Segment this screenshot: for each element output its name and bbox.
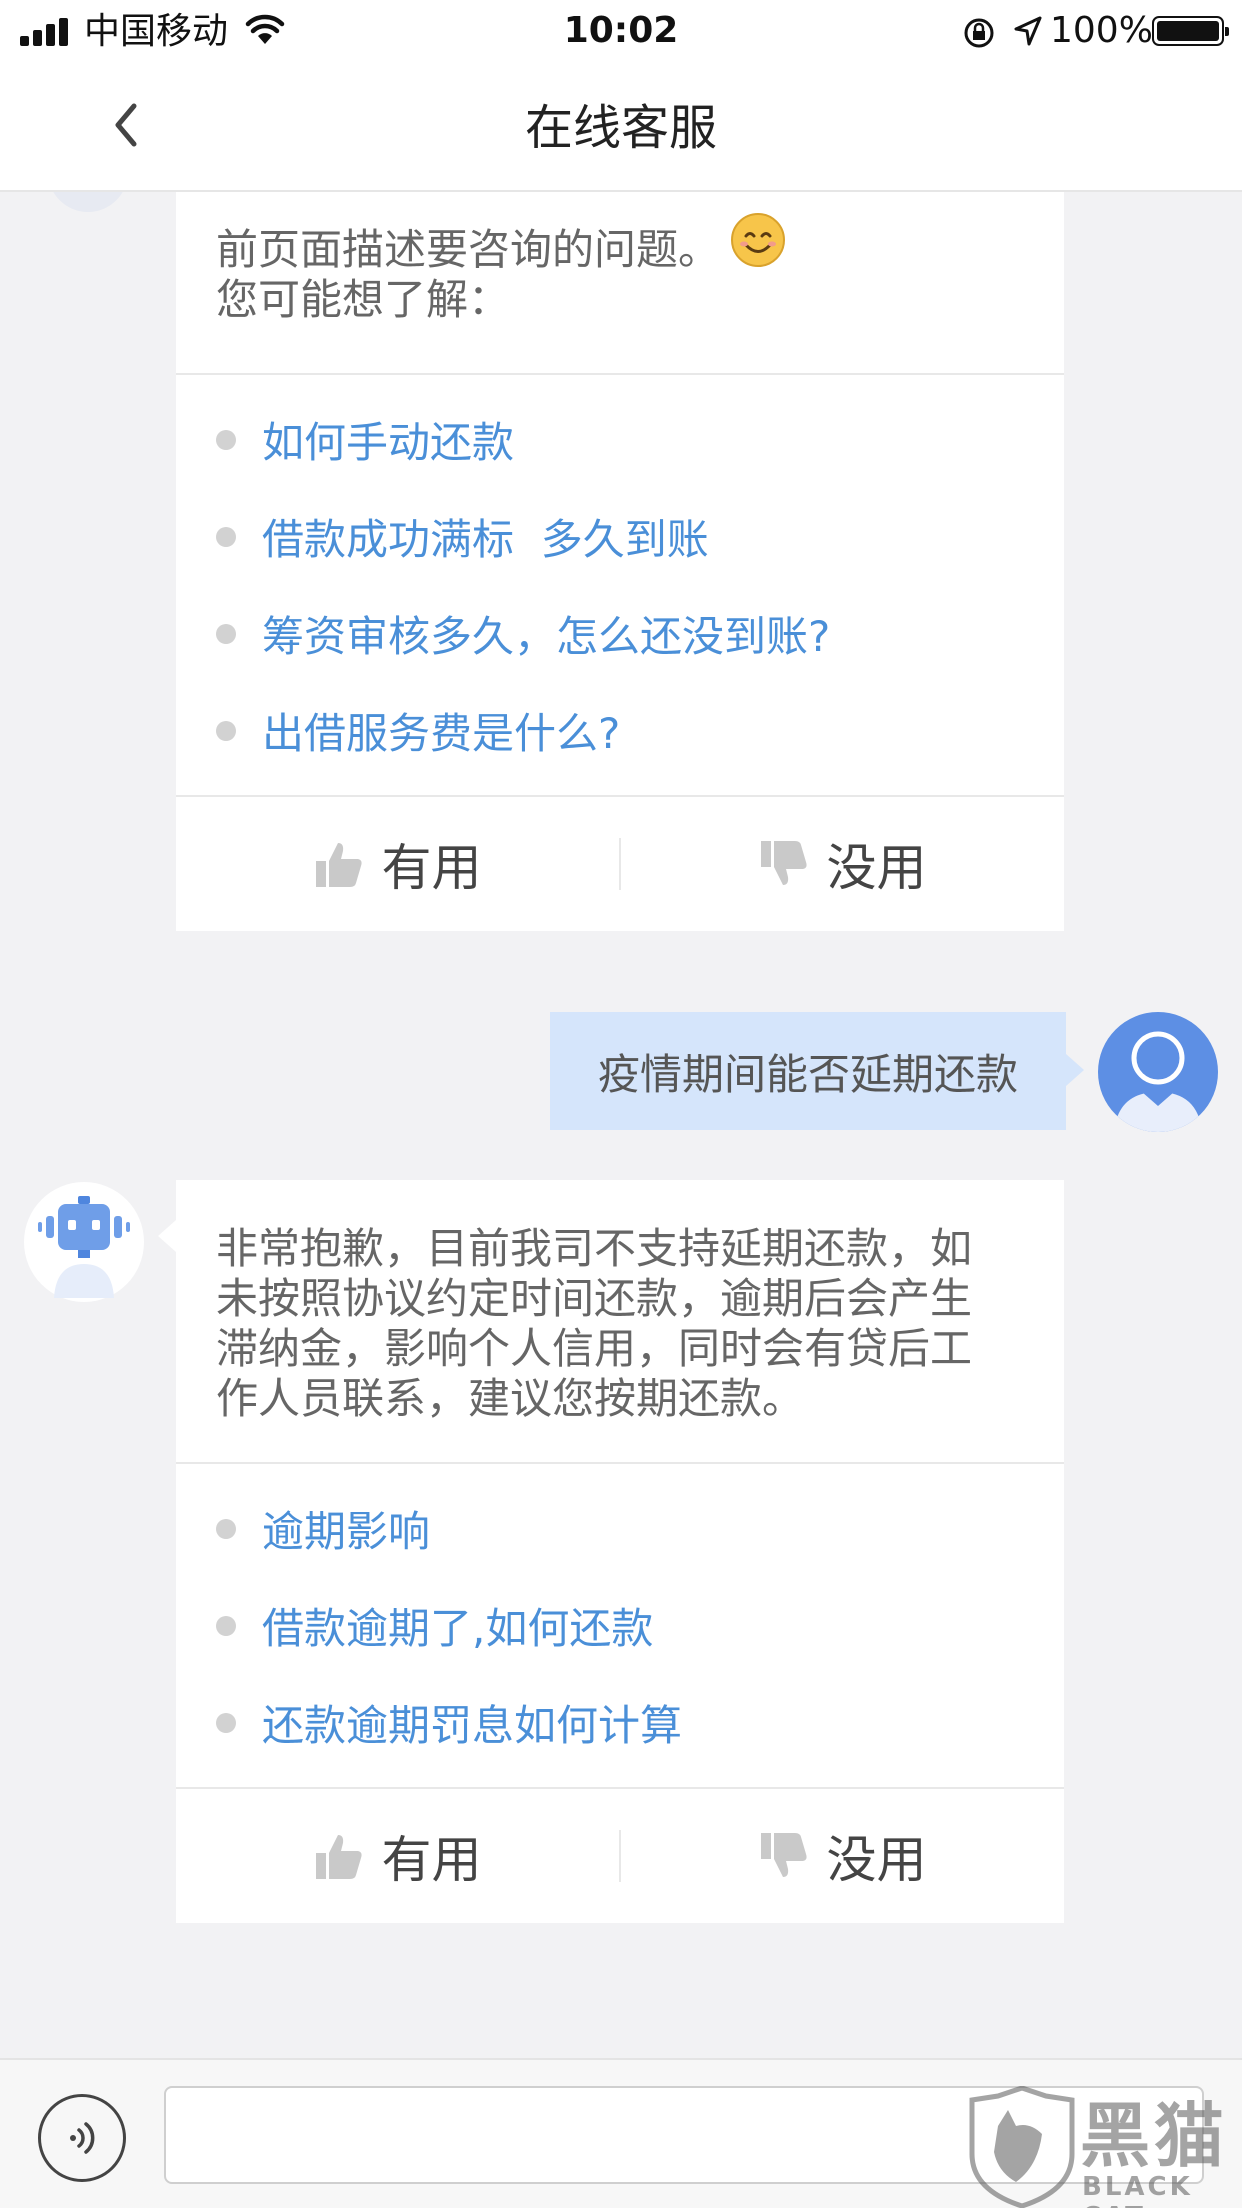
suggestion-link[interactable]: 如何手动还款 — [262, 409, 514, 470]
thumbs-up-icon — [315, 1835, 362, 1879]
bot-message-line: 前页面描述要咨询的问题。 — [216, 225, 721, 274]
watermark-title: 黑猫 — [1080, 2095, 1228, 2177]
bullet-dot-icon — [216, 1518, 236, 1539]
chat-area[interactable]: 前页面描述要咨询的问题。 您可能想了解： 如何手动还款 借款成功满标 多久到账 … — [0, 192, 1242, 2058]
bot-avatar-partial — [48, 192, 128, 212]
bot-message-line: 作人员联系，建议您按期还款。 — [216, 1374, 805, 1423]
useless-button[interactable]: 没用 — [621, 828, 1064, 900]
user-message-text: 疫情期间能否延期还款 — [597, 1049, 1018, 1099]
status-bar: 中国移动 10:02 100% — [0, 0, 1242, 62]
suggestion-item[interactable]: 如何手动还款 — [216, 391, 1024, 488]
bullet-dot-icon — [216, 429, 236, 450]
suggestion-link[interactable]: 借款成功满标 多久到账 — [262, 506, 709, 567]
suggestion-link[interactable]: 借款逾期了,如何还款 — [262, 1595, 653, 1656]
battery-icon — [1152, 16, 1229, 46]
useful-label: 有用 — [381, 839, 482, 897]
suggestion-item[interactable]: 逾期影响 — [216, 1480, 1024, 1577]
thumbs-up-icon — [315, 843, 362, 887]
bullet-dot-icon — [216, 526, 236, 547]
bot-message-text: 前页面描述要咨询的问题。 您可能想了解： — [176, 192, 1064, 373]
suggestion-item[interactable]: 借款逾期了,如何还款 — [216, 1577, 1024, 1674]
useless-label: 没用 — [826, 839, 927, 897]
bot-message-text: 非常抱歉，目前我司不支持延期还款，如 未按照协议约定时间还款，逾期后会产生 滞纳… — [176, 1180, 1064, 1462]
rotation-lock-icon — [964, 18, 994, 48]
useless-label: 没用 — [826, 1831, 927, 1889]
suggestion-link[interactable]: 逾期影响 — [262, 1498, 430, 1559]
feedback-row: 有用 没用 — [176, 1789, 1064, 1923]
voice-icon — [70, 2122, 95, 2154]
bot-message-card: 非常抱歉，目前我司不支持延期还款，如 未按照协议约定时间还款，逾期后会产生 滞纳… — [158, 1180, 1064, 1923]
robot-icon — [26, 1184, 142, 1300]
bullet-dot-icon — [216, 1615, 236, 1636]
bullet-dot-icon — [216, 1712, 236, 1733]
bot-message-card: 前页面描述要咨询的问题。 您可能想了解： 如何手动还款 借款成功满标 多久到账 … — [176, 192, 1064, 931]
user-avatar — [1098, 1012, 1218, 1132]
bullet-dot-icon — [216, 720, 236, 741]
watermark-subtitle: BLACK CAT — [1082, 2172, 1193, 2208]
suggestion-item[interactable]: 出借服务费是什么? — [216, 682, 1024, 779]
voice-button[interactable] — [38, 2094, 126, 2182]
nav-bar: 在线客服 — [0, 62, 1242, 192]
suggestion-link[interactable]: 还款逾期罚息如何计算 — [262, 1692, 682, 1753]
useful-button[interactable]: 有用 — [176, 1820, 619, 1892]
useful-label: 有用 — [381, 1831, 482, 1889]
suggestion-list: 如何手动还款 借款成功满标 多久到账 筹资审核多久，怎么还没到账? 出借服务费是… — [176, 375, 1064, 795]
bot-avatar — [24, 1182, 144, 1302]
bot-message-line: 未按照协议约定时间还款，逾期后会产生 — [216, 1274, 973, 1323]
feedback-row: 有用 没用 — [176, 797, 1064, 931]
user-message-bubble: 疫情期间能否延期还款 — [550, 1012, 1084, 1130]
bullet-dot-icon — [216, 623, 236, 644]
suggestion-list: 逾期影响 借款逾期了,如何还款 还款逾期罚息如何计算 — [176, 1464, 1064, 1787]
useless-button[interactable]: 没用 — [621, 1820, 1064, 1892]
location-icon — [1014, 16, 1042, 46]
suggestion-link[interactable]: 出借服务费是什么? — [262, 700, 620, 761]
battery-percent: 100% — [1050, 10, 1153, 51]
thumbs-down-icon — [760, 841, 807, 885]
suggestion-item[interactable]: 还款逾期罚息如何计算 — [216, 1674, 1024, 1771]
suggestion-item[interactable]: 借款成功满标 多久到账 — [216, 488, 1024, 585]
useful-button[interactable]: 有用 — [176, 828, 619, 900]
bot-message-line: 您可能想了解： — [216, 275, 511, 324]
bot-message-line: 非常抱歉，目前我司不支持延期还款，如 — [216, 1224, 973, 1273]
suggestion-item[interactable]: 筹资审核多久，怎么还没到账? — [216, 585, 1024, 682]
user-avatar-icon — [1114, 1031, 1202, 1132]
smile-emoji-icon — [731, 213, 786, 267]
suggestion-link[interactable]: 筹资审核多久，怎么还没到账? — [262, 603, 830, 664]
thumbs-down-icon — [760, 1833, 807, 1877]
page-title: 在线客服 — [524, 100, 717, 156]
bot-message-line: 滞纳金，影响个人信用，同时会有贷后工 — [216, 1324, 973, 1373]
